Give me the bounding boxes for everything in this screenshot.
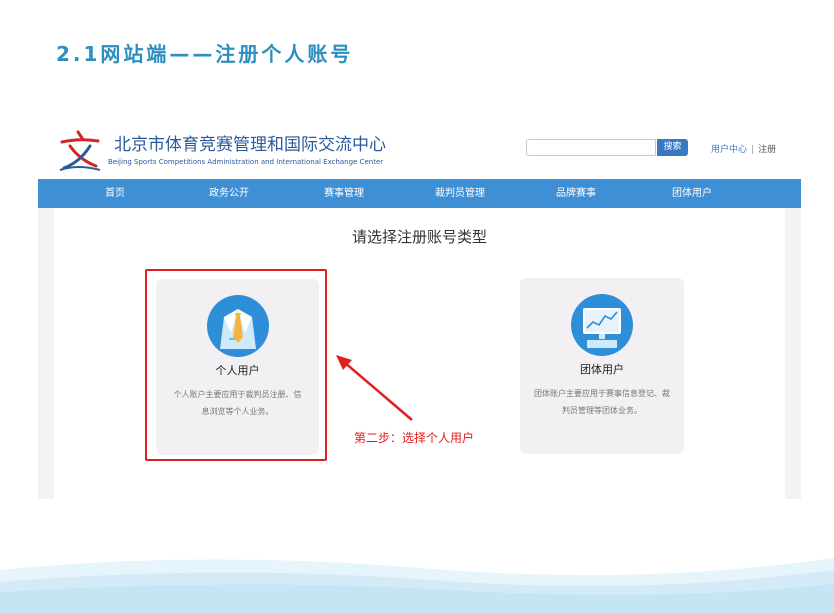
group-user-desc: 团体账户主要应用于赛事信息登记、裁判员管理等团体业务。 bbox=[534, 389, 670, 415]
search-input[interactable] bbox=[526, 139, 656, 156]
nav-item-home[interactable]: 首页 bbox=[70, 179, 160, 208]
step-annotation: 第二步：选择个人用户 bbox=[354, 431, 475, 445]
nav-item-brand-events[interactable]: 品牌赛事 bbox=[531, 179, 621, 208]
user-center-link[interactable]: 用户中心 bbox=[711, 145, 747, 155]
group-user-card[interactable]: 团体用户 团体账户主要应用于赛事信息登记、裁判员管理等团体业务。 bbox=[520, 278, 684, 454]
search-button[interactable]: 搜索 bbox=[657, 139, 688, 156]
user-links: 用户中心 | 注册 bbox=[711, 142, 776, 155]
highlight-box bbox=[145, 269, 327, 461]
monitor-chart-icon bbox=[571, 294, 633, 356]
main-navbar: 首页 政务公开 赛事管理 裁判员管理 品牌赛事 团体用户 bbox=[38, 179, 801, 208]
decorative-wave bbox=[0, 558, 834, 613]
register-link[interactable]: 注册 bbox=[758, 145, 776, 155]
nav-item-events[interactable]: 赛事管理 bbox=[299, 179, 389, 208]
logo-icon bbox=[59, 130, 101, 171]
annotation-arrow-icon bbox=[336, 355, 413, 421]
site-subtitle: Beijing Sports Competitions Administrati… bbox=[108, 158, 384, 166]
site-header: 北京市体育竞赛管理和国际交流中心 Beijing Sports Competit… bbox=[38, 118, 801, 179]
nav-item-government[interactable]: 政务公开 bbox=[184, 179, 274, 208]
site-title: 北京市体育竞赛管理和国际交流中心 bbox=[114, 135, 386, 155]
nav-item-referees[interactable]: 裁判员管理 bbox=[415, 179, 505, 208]
page-title: 请选择注册账号类型 bbox=[351, 228, 487, 246]
link-separator: | bbox=[751, 145, 755, 155]
slide-title: 2.1网站端——注册个人账号 bbox=[56, 42, 354, 66]
nav-item-group-users[interactable]: 团体用户 bbox=[647, 179, 737, 208]
group-user-label: 团体用户 bbox=[580, 363, 624, 376]
